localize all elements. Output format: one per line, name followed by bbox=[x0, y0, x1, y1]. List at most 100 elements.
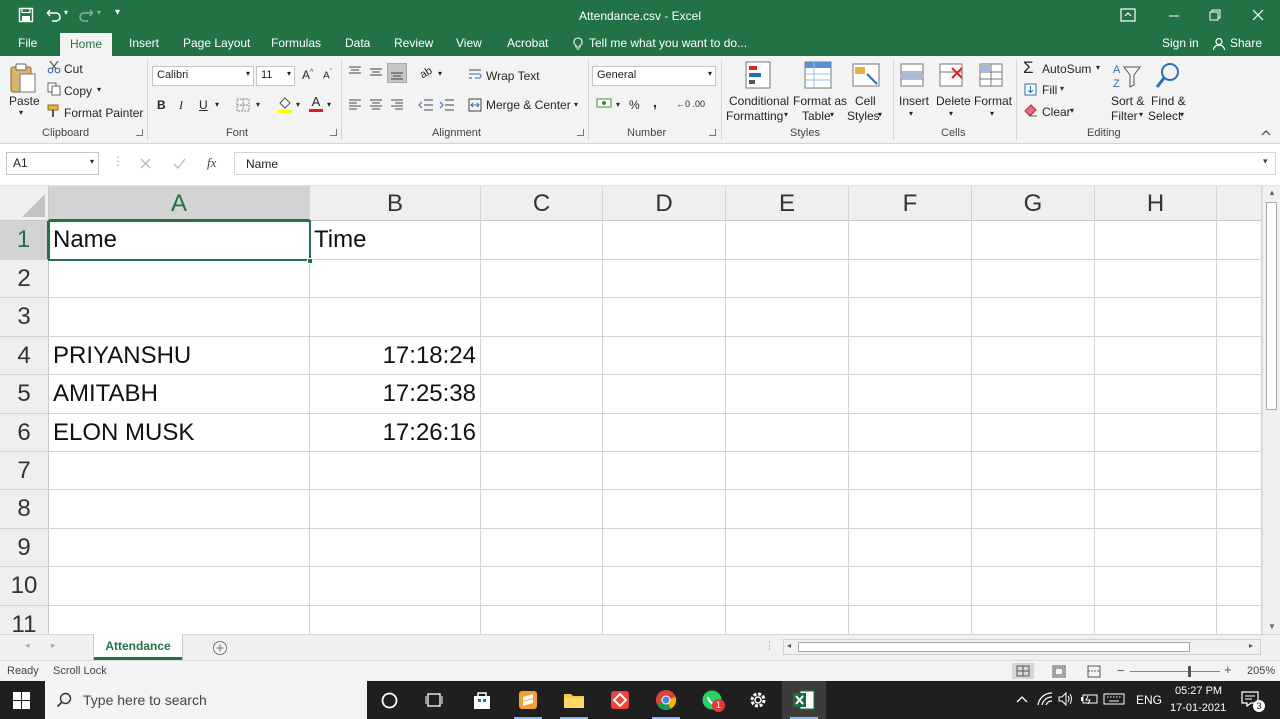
cell-b10[interactable] bbox=[310, 567, 481, 606]
cell-e4[interactable] bbox=[726, 337, 849, 375]
cell-blank[interactable] bbox=[1217, 529, 1262, 567]
cell-a6[interactable]: ELON MUSK bbox=[49, 414, 310, 452]
fill-button[interactable]: Fill bbox=[1042, 83, 1057, 97]
cell-styles-button[interactable]: Cell bbox=[855, 94, 876, 108]
taskbar-whatsapp[interactable]: 1 bbox=[690, 681, 734, 719]
row-header-11[interactable]: 11 bbox=[0, 606, 49, 634]
cell-a10[interactable] bbox=[49, 567, 310, 606]
cell-g6[interactable] bbox=[972, 414, 1095, 452]
tab-file[interactable]: File bbox=[18, 36, 37, 50]
increase-font-size-icon[interactable]: A^ bbox=[302, 68, 313, 82]
scroll-up-icon[interactable]: ▲ bbox=[1268, 188, 1276, 197]
sort-filter-button[interactable]: Sort & bbox=[1111, 94, 1144, 108]
row-header-8[interactable]: 8 bbox=[0, 490, 49, 529]
row-header-9[interactable]: 9 bbox=[0, 529, 49, 567]
tab-review[interactable]: Review bbox=[394, 36, 433, 50]
merge-dropdown-icon[interactable]: ▾ bbox=[574, 100, 578, 109]
cell-b3[interactable] bbox=[310, 298, 481, 337]
cell-blank[interactable] bbox=[1217, 221, 1262, 260]
cell-e3[interactable] bbox=[726, 298, 849, 337]
align-left-icon[interactable] bbox=[348, 99, 362, 111]
taskbar-sublime[interactable] bbox=[506, 681, 550, 719]
cell-f8[interactable] bbox=[849, 490, 972, 529]
clock-date[interactable]: 17-01-2021 bbox=[1170, 702, 1226, 714]
sheet-tab-attendance[interactable]: Attendance bbox=[94, 634, 182, 660]
cell-c2[interactable] bbox=[481, 260, 603, 298]
middle-align-icon[interactable] bbox=[369, 66, 383, 78]
underline-dropdown-icon[interactable]: ▾ bbox=[215, 100, 219, 109]
windows-start-icon[interactable] bbox=[13, 692, 30, 709]
column-header-g[interactable]: G bbox=[972, 186, 1095, 221]
cortana-icon[interactable] bbox=[381, 692, 398, 709]
cell-c10[interactable] bbox=[481, 567, 603, 606]
cell-g8[interactable] bbox=[972, 490, 1095, 529]
share-button[interactable]: Share bbox=[1230, 36, 1262, 50]
cell-a9[interactable] bbox=[49, 529, 310, 567]
cell-b1[interactable]: Time bbox=[310, 221, 481, 260]
formula-bar-splitter-icon[interactable]: ⋮ bbox=[112, 154, 124, 168]
cell-h9[interactable] bbox=[1095, 529, 1217, 567]
cell-b4[interactable]: 17:18:24 bbox=[310, 337, 481, 375]
show-hidden-icons-icon[interactable] bbox=[1016, 695, 1028, 703]
cell-g11[interactable] bbox=[972, 606, 1095, 634]
cell-f6[interactable] bbox=[849, 414, 972, 452]
column-header-f[interactable]: F bbox=[849, 186, 972, 221]
tab-acrobat[interactable]: Acrobat bbox=[507, 36, 548, 50]
cell-d4[interactable] bbox=[603, 337, 726, 375]
cell-e11[interactable] bbox=[726, 606, 849, 634]
new-sheet-icon[interactable] bbox=[212, 640, 228, 656]
cell-d8[interactable] bbox=[603, 490, 726, 529]
minimize-icon[interactable] bbox=[1168, 10, 1180, 22]
formula-input[interactable]: Name bbox=[234, 152, 1276, 175]
cell-b2[interactable] bbox=[310, 260, 481, 298]
row-header-5[interactable]: 5 bbox=[0, 375, 49, 414]
row-header-2[interactable]: 2 bbox=[0, 260, 49, 298]
cell-h5[interactable] bbox=[1095, 375, 1217, 414]
cell-h6[interactable] bbox=[1095, 414, 1217, 452]
decrease-font-size-icon[interactable]: Aˇ bbox=[323, 69, 332, 81]
insert-cells-dropdown-icon[interactable]: ▾ bbox=[909, 109, 913, 118]
cell-styles-label-2[interactable]: Styles bbox=[847, 109, 880, 123]
name-box[interactable]: A1 ▾ bbox=[6, 152, 99, 175]
taskbar-file-explorer[interactable] bbox=[552, 681, 596, 719]
bold-button[interactable]: B bbox=[157, 98, 166, 112]
increase-decimal-icon[interactable]: ←0 .00 bbox=[676, 99, 705, 109]
close-icon[interactable] bbox=[1252, 9, 1264, 21]
clear-button[interactable]: Clear bbox=[1042, 105, 1071, 119]
row-header-7[interactable]: 7 bbox=[0, 452, 49, 490]
cell-h3[interactable] bbox=[1095, 298, 1217, 337]
merge-center-button[interactable]: Merge & Center bbox=[486, 98, 571, 112]
find-select-label-2[interactable]: Select bbox=[1148, 109, 1181, 123]
row-header-4[interactable]: 4 bbox=[0, 337, 49, 375]
cell-blank[interactable] bbox=[1217, 567, 1262, 606]
language-indicator[interactable]: ENG bbox=[1136, 693, 1162, 707]
cell-b5[interactable]: 17:25:38 bbox=[310, 375, 481, 414]
font-launcher-icon[interactable] bbox=[330, 129, 337, 136]
comma-button[interactable]: , bbox=[653, 94, 657, 110]
cell-h2[interactable] bbox=[1095, 260, 1217, 298]
cell-e10[interactable] bbox=[726, 567, 849, 606]
sort-filter-dropdown-icon[interactable]: ▾ bbox=[1139, 110, 1143, 119]
format-painter-button[interactable]: Format Painter bbox=[64, 106, 143, 120]
row-header-1[interactable]: 1 bbox=[0, 221, 49, 260]
sheet-scroll-right-icon[interactable]: ▸ bbox=[51, 640, 56, 651]
format-as-table-label-2[interactable]: Table bbox=[802, 109, 831, 123]
cell-d5[interactable] bbox=[603, 375, 726, 414]
column-header-b[interactable]: B bbox=[310, 186, 481, 221]
cell-blank[interactable] bbox=[1217, 490, 1262, 529]
tab-insert[interactable]: Insert bbox=[129, 36, 159, 50]
tab-view[interactable]: View bbox=[456, 36, 482, 50]
conditional-formatting-label-2[interactable]: Formatting bbox=[726, 109, 783, 123]
fill-handle[interactable] bbox=[307, 258, 313, 264]
taskbar-chrome[interactable] bbox=[644, 681, 688, 719]
task-view-icon[interactable] bbox=[425, 692, 443, 708]
cell-h1[interactable] bbox=[1095, 221, 1217, 260]
cell-f9[interactable] bbox=[849, 529, 972, 567]
cell-blank[interactable] bbox=[1217, 260, 1262, 298]
decrease-indent-icon[interactable] bbox=[418, 99, 434, 111]
zoom-out-button[interactable]: − bbox=[1117, 663, 1125, 678]
fill-color-dropdown-icon[interactable]: ▾ bbox=[296, 100, 300, 109]
scroll-left-icon[interactable]: ◂ bbox=[787, 641, 791, 650]
cell-h4[interactable] bbox=[1095, 337, 1217, 375]
cell-f4[interactable] bbox=[849, 337, 972, 375]
